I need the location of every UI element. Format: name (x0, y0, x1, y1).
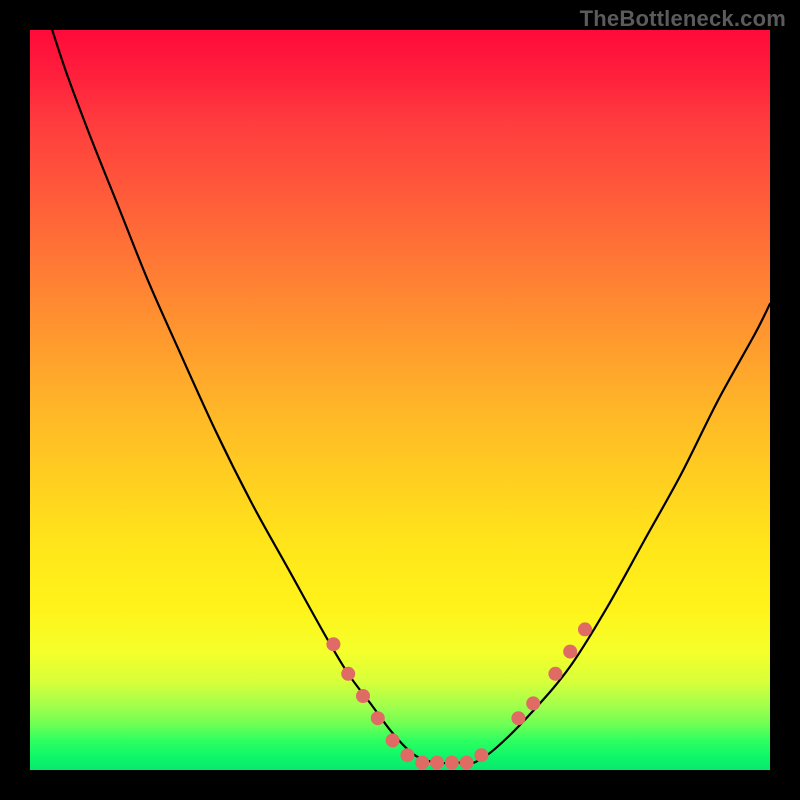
highlight-dot (474, 748, 488, 762)
highlight-dot (548, 667, 562, 681)
highlight-dot (526, 696, 540, 710)
watermark-text: TheBottleneck.com (580, 6, 786, 32)
highlight-dot (511, 711, 525, 725)
highlight-dot (386, 733, 400, 747)
highlight-dot (445, 756, 459, 770)
highlight-dot (563, 645, 577, 659)
chart-frame: TheBottleneck.com (0, 0, 800, 800)
plot-area (30, 30, 770, 770)
highlight-markers (326, 622, 592, 769)
highlight-dot (415, 756, 429, 770)
bottleneck-curve (52, 30, 770, 764)
curve-svg (30, 30, 770, 770)
highlight-dot (430, 756, 444, 770)
highlight-dot (371, 711, 385, 725)
highlight-dot (341, 667, 355, 681)
highlight-dot (400, 748, 414, 762)
highlight-dot (326, 637, 340, 651)
highlight-dot (578, 622, 592, 636)
highlight-dot (356, 689, 370, 703)
highlight-dot (460, 756, 474, 770)
